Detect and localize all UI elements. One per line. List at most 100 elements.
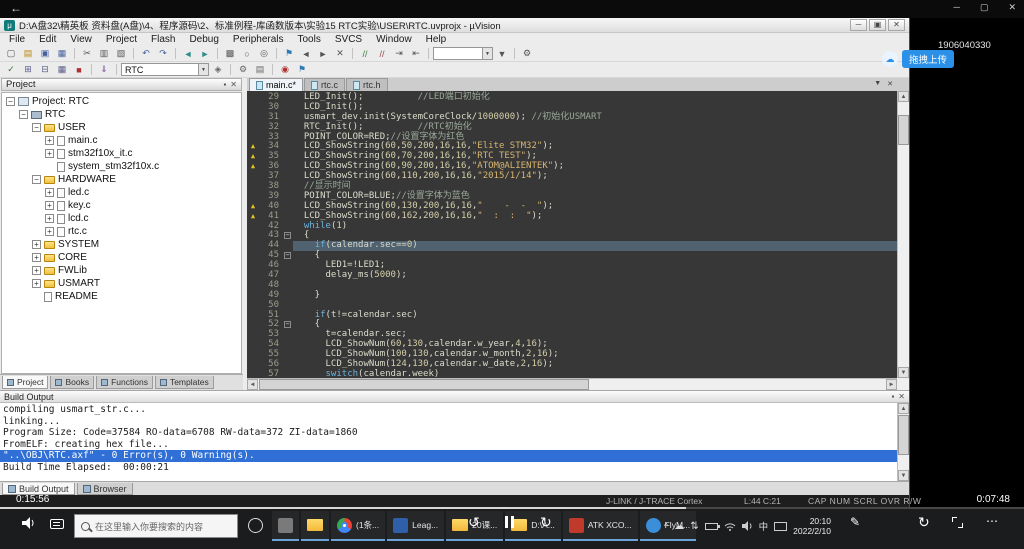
tree-item-system[interactable]: +SYSTEM xyxy=(2,238,241,251)
sync-icon[interactable]: ⇅ xyxy=(690,521,698,532)
battery-icon[interactable] xyxy=(705,523,718,530)
volume-icon[interactable] xyxy=(22,517,36,529)
drag-upload-button[interactable]: ☁ 拖拽上传 xyxy=(882,50,954,68)
tree-item-readme[interactable]: README xyxy=(2,290,241,303)
tray-expand-icon[interactable]: ^ xyxy=(664,521,668,531)
more-options-icon[interactable]: ⋯ xyxy=(986,514,999,528)
taskbar-app-app-generic[interactable] xyxy=(272,511,299,541)
options-for-target-icon[interactable]: ⚙ xyxy=(235,63,251,77)
tree-item-core[interactable]: +CORE xyxy=(2,251,241,264)
tree-item-project-rtc[interactable]: −Project: RTC xyxy=(2,95,241,108)
menu-project[interactable]: Project xyxy=(99,34,144,45)
tree-item-led-c[interactable]: +led.c xyxy=(2,186,241,199)
menu-tools[interactable]: Tools xyxy=(291,34,328,45)
menu-debug[interactable]: Debug xyxy=(182,34,225,45)
scroll-left-icon[interactable]: ◄ xyxy=(247,379,258,390)
bottom-tab-browser[interactable]: Browser xyxy=(77,483,133,495)
menu-svcs[interactable]: SVCS xyxy=(328,34,369,45)
tree-item-rtc[interactable]: −RTC xyxy=(2,108,241,121)
fold-collapse-icon[interactable]: − xyxy=(284,252,291,259)
ime-indicator[interactable]: 中 xyxy=(759,519,769,533)
build-target-icon[interactable]: ⊞ xyxy=(20,63,36,77)
editor-horizontal-scrollbar[interactable]: ◄ ► xyxy=(247,378,897,390)
indent-icon[interactable]: ⇥ xyxy=(391,47,407,61)
tree-item-user[interactable]: −USER xyxy=(2,121,241,134)
manage-target-icon[interactable]: ◈ xyxy=(210,63,226,77)
new-file-icon[interactable]: ▢ xyxy=(3,47,19,61)
debug-flag-icon[interactable]: ⚑ xyxy=(294,63,310,77)
translate-file-icon[interactable]: ✓ xyxy=(3,63,19,77)
replay-icon[interactable]: ↻ xyxy=(918,514,930,531)
subtitle-icon[interactable] xyxy=(50,519,64,529)
download-flash-icon[interactable]: ⇓ xyxy=(96,63,112,77)
window-restore-icon[interactable]: ▣ xyxy=(869,19,886,31)
vscroll-thumb[interactable] xyxy=(898,115,909,145)
paste-icon[interactable]: ▧ xyxy=(113,47,129,61)
taskbar-search-box[interactable]: 在这里输入你要搜索的内容 xyxy=(74,514,238,538)
outdent-icon[interactable]: ⇤ xyxy=(408,47,424,61)
bookmark-prev-icon[interactable]: ◄ xyxy=(298,47,314,61)
incremental-find-icon[interactable]: ◎ xyxy=(256,47,272,61)
taskbar-app-folder[interactable] xyxy=(301,511,329,541)
drag-upload-label[interactable]: 拖拽上传 xyxy=(902,50,954,68)
window-minimize-icon[interactable]: ─ xyxy=(850,19,867,31)
nav-forward-icon[interactable]: ► xyxy=(197,47,213,61)
vscroll-thumb[interactable] xyxy=(898,415,909,455)
editor-tab-rtc-h[interactable]: rtc.h xyxy=(346,78,388,91)
scroll-down-icon[interactable]: ▼ xyxy=(898,470,909,481)
panel-tab-books[interactable]: Books xyxy=(50,376,94,389)
scroll-up-icon[interactable]: ▲ xyxy=(898,91,909,102)
menu-file[interactable]: File xyxy=(2,34,32,45)
expand-icon[interactable]: + xyxy=(32,240,41,249)
tree-item-main-c[interactable]: +main.c xyxy=(2,134,241,147)
tab-list-icon[interactable]: ▼ xyxy=(874,80,881,88)
player-close-icon[interactable]: ✕ xyxy=(1008,2,1016,13)
expand-icon[interactable]: + xyxy=(45,201,54,210)
scroll-down-icon[interactable]: ▼ xyxy=(898,367,909,378)
find-combo[interactable]: ▼ xyxy=(433,47,493,60)
expand-icon[interactable]: + xyxy=(32,253,41,262)
taskbar-app-leag[interactable]: Leag... xyxy=(387,511,444,541)
fold-collapse-icon[interactable]: − xyxy=(284,321,291,328)
taskbar-app-atk-xco[interactable]: ATK XCO... xyxy=(563,511,638,541)
undo-icon[interactable]: ↶ xyxy=(138,47,154,61)
uvision-titlebar[interactable]: μ D:\A盘32\精英板 资料盘(A盘)\4、程序源码\2、标准例程-库函数版… xyxy=(0,18,909,33)
bookmark-clear-all-icon[interactable]: ✕ xyxy=(332,47,348,61)
tree-item-fwlib[interactable]: +FWLib xyxy=(2,264,241,277)
tree-item-lcd-c[interactable]: +lcd.c xyxy=(2,212,241,225)
save-icon[interactable]: ▣ xyxy=(37,47,53,61)
skip-forward-icon[interactable]: ↻ xyxy=(540,514,552,531)
configure-icon[interactable]: ⚙ xyxy=(519,47,535,61)
collapse-icon[interactable]: − xyxy=(32,175,41,184)
tree-item-usmart[interactable]: +USMART xyxy=(2,277,241,290)
scroll-right-icon[interactable]: ► xyxy=(886,379,897,390)
menu-flash[interactable]: Flash xyxy=(144,34,182,45)
touch-keyboard-icon[interactable] xyxy=(774,522,787,531)
batch-build-icon[interactable]: ▦ xyxy=(54,63,70,77)
rebuild-all-icon[interactable]: ⊟ xyxy=(37,63,53,77)
build-output-scrollbar[interactable]: ▲ ▼ xyxy=(897,403,909,481)
editor-tab-rtc-c[interactable]: rtc.c xyxy=(304,78,345,91)
menu-peripherals[interactable]: Peripherals xyxy=(226,34,291,45)
editor-tab-main-c[interactable]: main.c* xyxy=(249,78,303,91)
open-file-icon[interactable]: ▤ xyxy=(20,47,36,61)
wifi-icon[interactable] xyxy=(724,522,736,531)
file-extensions-icon[interactable]: ▤ xyxy=(252,63,268,77)
bookmark-next-icon[interactable]: ► xyxy=(315,47,331,61)
menu-edit[interactable]: Edit xyxy=(32,34,63,45)
back-icon[interactable]: ← xyxy=(10,1,22,15)
panel-close-icon[interactable]: ✕ xyxy=(898,392,905,401)
onedrive-cloud-icon[interactable]: ☁ xyxy=(674,521,684,532)
copy-icon[interactable]: ▥ xyxy=(96,47,112,61)
expand-icon[interactable]: + xyxy=(45,227,54,236)
player-maximize-icon[interactable]: ▢ xyxy=(980,2,989,13)
find-in-files-icon[interactable]: ▩ xyxy=(222,47,238,61)
find-icon[interactable]: ○ xyxy=(239,47,255,61)
redo-icon[interactable]: ↷ xyxy=(155,47,171,61)
expand-icon[interactable]: + xyxy=(45,188,54,197)
taskbar-app-1[interactable]: (1条... xyxy=(331,511,385,541)
start-debug-icon[interactable]: ◉ xyxy=(277,63,293,77)
taskbar-clock[interactable]: 20:10 2022/2/10 xyxy=(793,516,831,536)
dropdown-arrow-icon[interactable]: ▼ xyxy=(198,64,208,75)
cortana-icon[interactable] xyxy=(248,518,263,533)
